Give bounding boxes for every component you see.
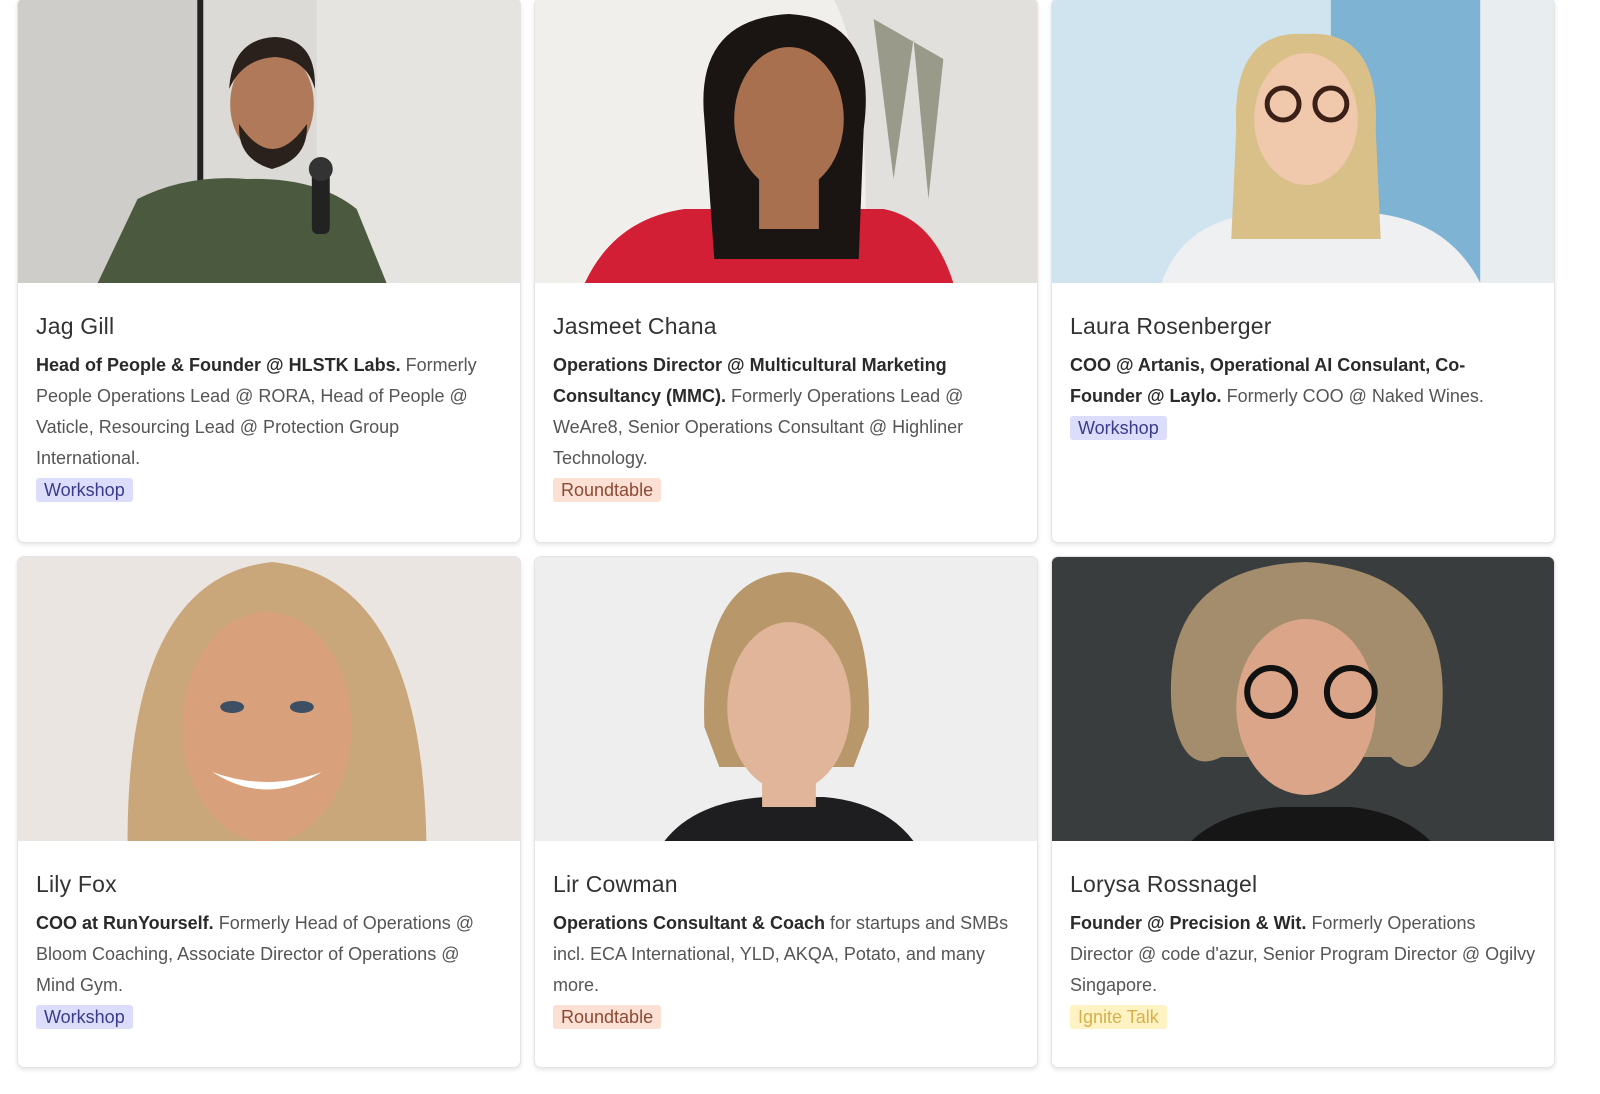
speaker-history: Formerly COO @ Naked Wines. xyxy=(1226,386,1484,406)
speaker-card-laura-rosenberger[interactable]: Laura Rosenberger COO @ Artanis, Operati… xyxy=(1051,0,1555,543)
speaker-photo xyxy=(18,557,520,841)
speaker-card-lily-fox[interactable]: Lily Fox COO at RunYourself. Formerly He… xyxy=(17,556,521,1068)
speaker-role: Head of People & Founder @ HLSTK Labs. xyxy=(36,355,401,375)
speaker-bio: Head of People & Founder @ HLSTK Labs. F… xyxy=(36,350,502,474)
speaker-role: Founder @ Precision & Wit. xyxy=(1070,913,1307,933)
speaker-card-jasmeet-chana[interactable]: Jasmeet Chana Operations Director @ Mult… xyxy=(534,0,1038,543)
speaker-card-lir-cowman[interactable]: Lir Cowman Operations Consultant & Coach… xyxy=(534,556,1038,1068)
speaker-role: Operations Consultant & Coach xyxy=(553,913,826,933)
speaker-role: COO at RunYourself. xyxy=(36,913,214,933)
speaker-bio: Operations Consultant & Coach for startu… xyxy=(553,908,1019,1001)
speaker-name: Lily Fox xyxy=(36,871,117,897)
speaker-card-lorysa-rossnagel[interactable]: Lorysa Rossnagel Founder @ Precision & W… xyxy=(1051,556,1555,1068)
session-type-badge: Workshop xyxy=(36,1005,133,1029)
speaker-card-jag-gill[interactable]: Jag Gill Head of People & Founder @ HLST… xyxy=(17,0,521,543)
speaker-name: Lorysa Rossnagel xyxy=(1070,871,1258,897)
session-type-badge: Roundtable xyxy=(553,478,662,502)
speaker-photo xyxy=(535,557,1037,841)
session-type-badge: Ignite Talk xyxy=(1070,1005,1167,1029)
session-type-badge: Workshop xyxy=(36,478,133,502)
speaker-photo xyxy=(535,0,1037,283)
speaker-bio: Founder @ Precision & Wit. Formerly Oper… xyxy=(1070,908,1536,1001)
speaker-name: Jag Gill xyxy=(36,313,115,339)
speaker-photo xyxy=(1052,557,1554,841)
speaker-name: Jasmeet Chana xyxy=(553,313,717,339)
session-type-badge: Roundtable xyxy=(553,1005,662,1029)
speaker-photo xyxy=(1052,0,1554,283)
speaker-bio: Operations Director @ Multicultural Mark… xyxy=(553,350,1019,474)
session-type-badge: Workshop xyxy=(1070,416,1167,440)
speaker-name: Lir Cowman xyxy=(553,871,678,897)
speaker-grid: Jag Gill Head of People & Founder @ HLST… xyxy=(0,0,1600,1094)
speaker-photo xyxy=(18,0,520,283)
speaker-bio: COO @ Artanis, Operational AI Consulant,… xyxy=(1070,350,1536,412)
speaker-bio: COO at RunYourself. Formerly Head of Ope… xyxy=(36,908,502,1001)
speaker-name: Laura Rosenberger xyxy=(1070,313,1272,339)
